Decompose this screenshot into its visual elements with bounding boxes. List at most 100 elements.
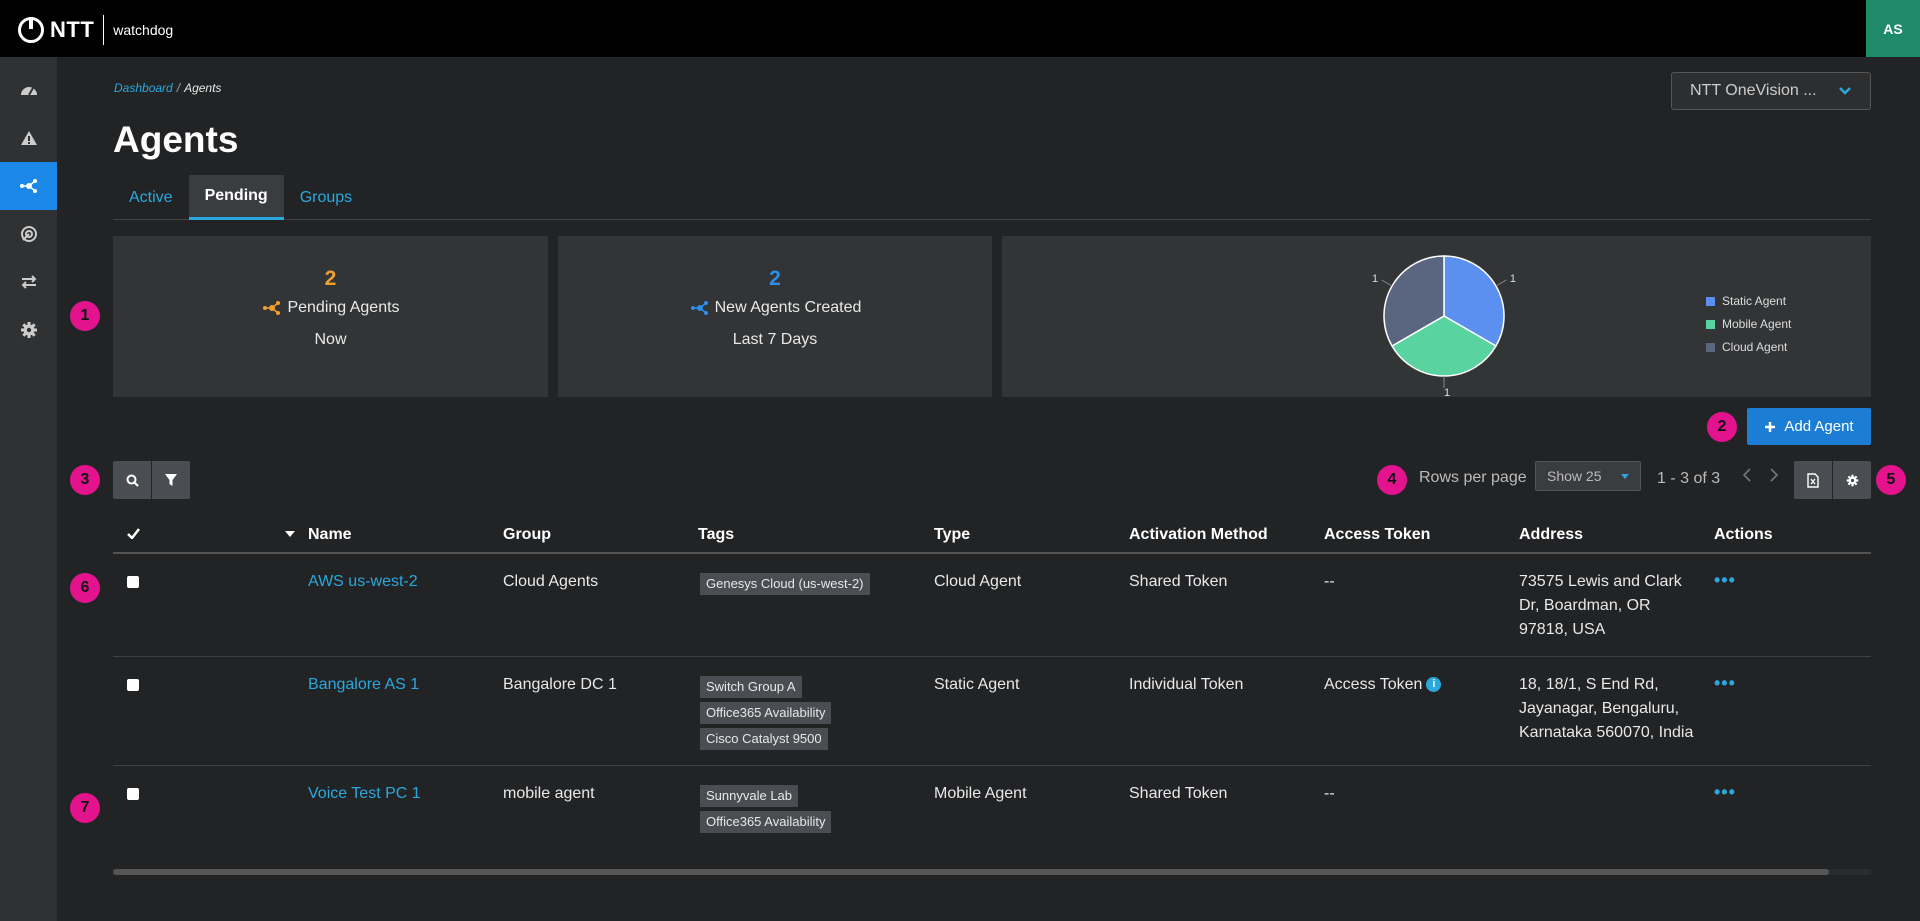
export-excel-button[interactable] [1794, 461, 1832, 499]
agent-address [1519, 766, 1714, 849]
row-actions-menu-icon[interactable]: ••• [1714, 782, 1736, 802]
annotation-marker-7: 7 [70, 793, 100, 823]
column-header-type[interactable]: Type [934, 517, 1129, 554]
pending-agents-count: 2 [324, 267, 337, 290]
filter-icon [165, 473, 177, 486]
agents-network-icon [690, 301, 708, 315]
info-icon[interactable]: i [1426, 677, 1442, 693]
agent-tags: Sunnyvale Lab Office365 Availability [698, 782, 934, 834]
brand-name: NTT [50, 17, 95, 42]
agent-name-link[interactable]: Voice Test PC 1 [308, 785, 421, 802]
table-settings-button[interactable] [1833, 461, 1871, 499]
tab-pending[interactable]: Pending [188, 175, 284, 220]
horizontal-scrollbar[interactable] [113, 869, 1871, 875]
agent-name-link[interactable]: AWS us-west-2 [308, 573, 418, 590]
agent-tags: Genesys Cloud (us-west-2) [698, 570, 934, 596]
sidebar-item-radar[interactable] [0, 210, 57, 258]
filter-button[interactable] [152, 461, 190, 499]
annotation-marker-3: 3 [70, 465, 100, 495]
row-actions-menu-icon[interactable]: ••• [1714, 570, 1736, 590]
caret-down-icon [1621, 474, 1629, 479]
row-actions-menu-icon[interactable]: ••• [1714, 673, 1736, 693]
agent-name-link[interactable]: Bangalore AS 1 [308, 676, 419, 693]
tag-badge: Office365 Availability [700, 702, 832, 724]
gear-icon [1846, 474, 1858, 486]
annotation-marker-4: 4 [1377, 465, 1407, 495]
column-header-actions: Actions [1714, 517, 1871, 554]
sidebar [0, 57, 57, 921]
agents-network-icon [19, 179, 37, 193]
next-page-icon[interactable] [1769, 467, 1779, 483]
pie-label-leader-line [1381, 279, 1393, 287]
table-row: Bangalore AS 1 Bangalore DC 1 Switch Gro… [113, 656, 1871, 766]
column-header-address[interactable]: Address [1519, 517, 1714, 554]
agent-group: Bangalore DC 1 [503, 656, 698, 766]
sidebar-item-transfers[interactable] [0, 258, 57, 306]
column-header-activation-method[interactable]: Activation Method [1129, 517, 1324, 554]
tag-badge: Genesys Cloud (us-west-2) [700, 573, 870, 595]
top-bar: NTT watchdog AS [0, 0, 1920, 57]
agent-activation-method: Individual Token [1129, 656, 1324, 766]
check-icon [127, 527, 140, 540]
agent-activation-method: Shared Token [1129, 553, 1324, 657]
column-header-group[interactable]: Group [503, 517, 698, 554]
organization-select[interactable]: NTT OneVision ... [1671, 72, 1871, 110]
legend-item-mobile: Mobile Agent [1706, 317, 1791, 331]
gear-icon [20, 322, 37, 338]
expand-header[interactable] [223, 517, 308, 554]
new-agents-label-row: New Agents Created [558, 299, 992, 317]
previous-page-icon[interactable] [1742, 467, 1752, 483]
sort-caret-icon [285, 531, 295, 538]
alert-triangle-icon [20, 131, 37, 145]
ntt-logo-icon [18, 17, 44, 43]
search-button[interactable] [113, 461, 151, 499]
row-checkbox[interactable] [127, 788, 139, 800]
annotation-marker-2: 2 [1707, 412, 1737, 442]
sidebar-item-alerts[interactable] [0, 114, 57, 162]
pie-label-leader-line [1495, 279, 1507, 287]
tab-groups[interactable]: Groups [284, 175, 368, 220]
column-header-access-token[interactable]: Access Token [1324, 517, 1519, 554]
breadcrumb: Dashboard / Agents [114, 81, 221, 95]
agent-tags: Switch Group A Office365 Availability Ci… [698, 673, 934, 751]
sidebar-item-settings[interactable] [0, 306, 57, 354]
rows-per-page-select[interactable]: Show 25 [1535, 461, 1641, 491]
new-agents-label: New Agents Created [714, 299, 862, 316]
tag-badge: Office365 Availability [700, 811, 832, 833]
annotation-marker-5: 5 [1876, 465, 1906, 495]
tab-active[interactable]: Active [113, 175, 189, 220]
pie-data-label: 1 [1510, 273, 1516, 285]
user-avatar[interactable]: AS [1866, 0, 1920, 57]
pending-agents-period: Now [314, 331, 347, 348]
row-checkbox[interactable] [127, 576, 139, 588]
search-icon [126, 474, 139, 487]
scrollbar-thumb[interactable] [113, 869, 1829, 875]
select-all-header[interactable] [113, 517, 223, 554]
column-header-tags[interactable]: Tags [698, 517, 934, 554]
pie-data-label: 1 [1372, 273, 1378, 285]
column-header-name[interactable]: Name [308, 517, 503, 554]
transfer-arrows-icon [21, 275, 36, 289]
pending-agents-label-row: Pending Agents [113, 299, 548, 317]
agent-access-token[interactable]: Access Token [1324, 676, 1422, 693]
agent-address: 73575 Lewis and Clark Dr, Boardman, OR 9… [1519, 553, 1714, 657]
tag-badge: Switch Group A [700, 676, 802, 698]
sidebar-item-agents[interactable] [0, 162, 57, 210]
breadcrumb-current: Agents [184, 81, 222, 95]
agent-group: mobile agent [503, 785, 595, 802]
breadcrumb-dashboard-link[interactable]: Dashboard [114, 81, 173, 95]
rows-per-page-label: Rows per page [1419, 469, 1527, 486]
agent-type: Mobile Agent [934, 785, 1027, 802]
rows-per-page-value: Show 25 [1547, 468, 1602, 484]
logo[interactable]: NTT watchdog [18, 15, 173, 45]
legend-swatch-mobile [1706, 319, 1715, 329]
agent-access-token-cell: Access Token i [1324, 656, 1519, 766]
add-agent-button[interactable]: Add Agent [1747, 408, 1871, 445]
plus-icon [1765, 421, 1776, 432]
agent-access-token: -- [1324, 785, 1335, 802]
agent-type-chart-card: 1 1 1 Static Agent Mobile Agent Cloud Agen… [1002, 236, 1871, 397]
row-checkbox[interactable] [127, 679, 139, 691]
tab-bar: Active Pending Groups [113, 175, 1871, 220]
sidebar-item-dashboard[interactable] [0, 66, 57, 114]
add-agent-label: Add Agent [1784, 418, 1854, 435]
